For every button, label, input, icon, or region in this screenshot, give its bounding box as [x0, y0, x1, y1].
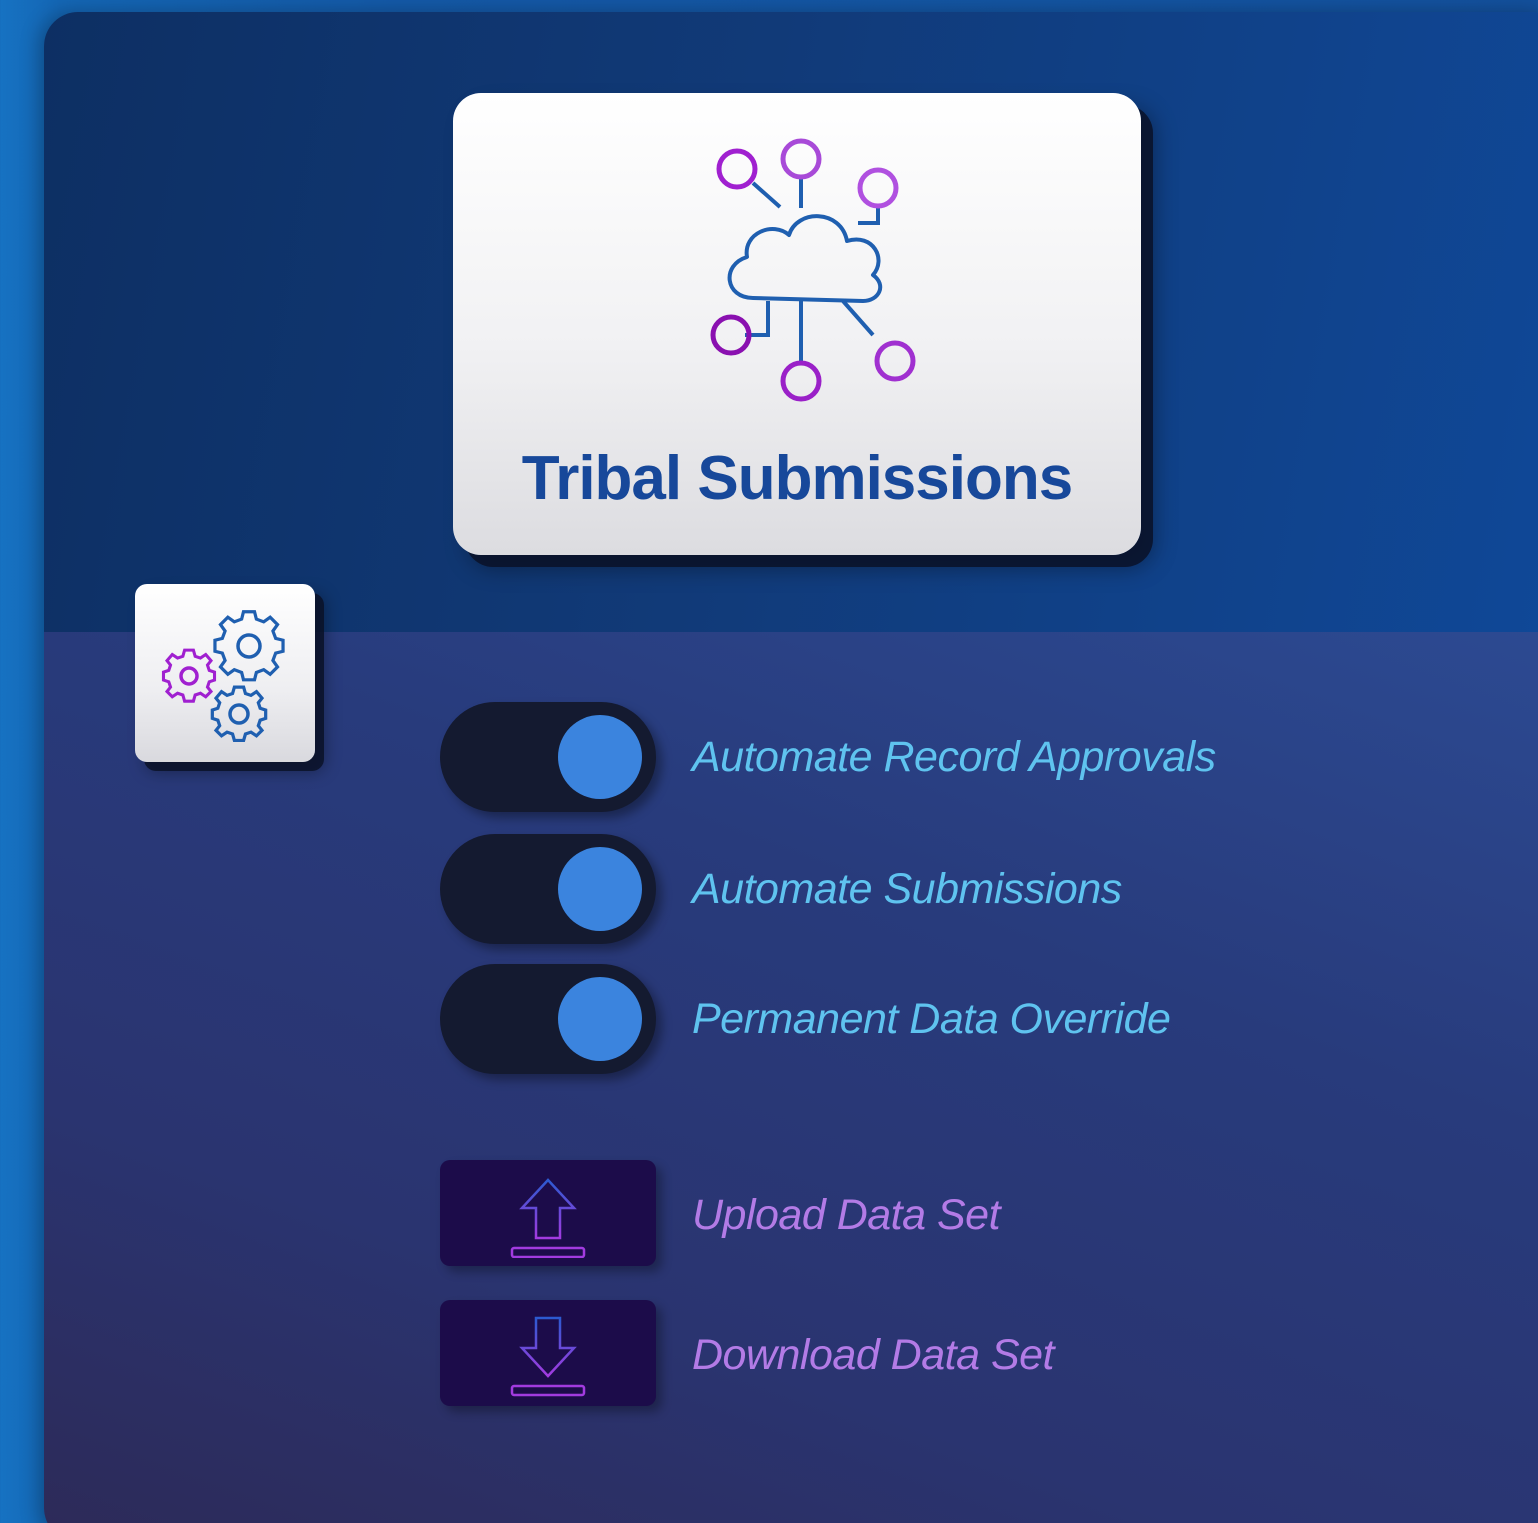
download-data-set-label: Download Data Set	[692, 1331, 1055, 1379]
automate-submissions-label: Automate Submissions	[692, 865, 1122, 913]
tribal-submissions-card[interactable]: Tribal Submissions	[453, 93, 1141, 555]
toggle-knob	[558, 977, 642, 1061]
permanent-data-override-toggle[interactable]	[440, 964, 656, 1074]
automate-submissions-toggle[interactable]	[440, 834, 656, 944]
upload-data-set-button[interactable]	[440, 1160, 656, 1266]
automate-record-approvals-toggle[interactable]	[440, 702, 656, 812]
toggle-knob	[558, 847, 642, 931]
upload-data-set-label: Upload Data Set	[692, 1191, 1001, 1239]
toggle-knob	[558, 715, 642, 799]
permanent-data-override-label: Permanent Data Override	[692, 995, 1171, 1043]
automate-record-approvals-label: Automate Record Approvals	[692, 733, 1216, 781]
page-title: Tribal Submissions	[521, 444, 1073, 513]
settings-button[interactable]	[135, 584, 315, 762]
download-data-set-button[interactable]	[440, 1300, 656, 1406]
